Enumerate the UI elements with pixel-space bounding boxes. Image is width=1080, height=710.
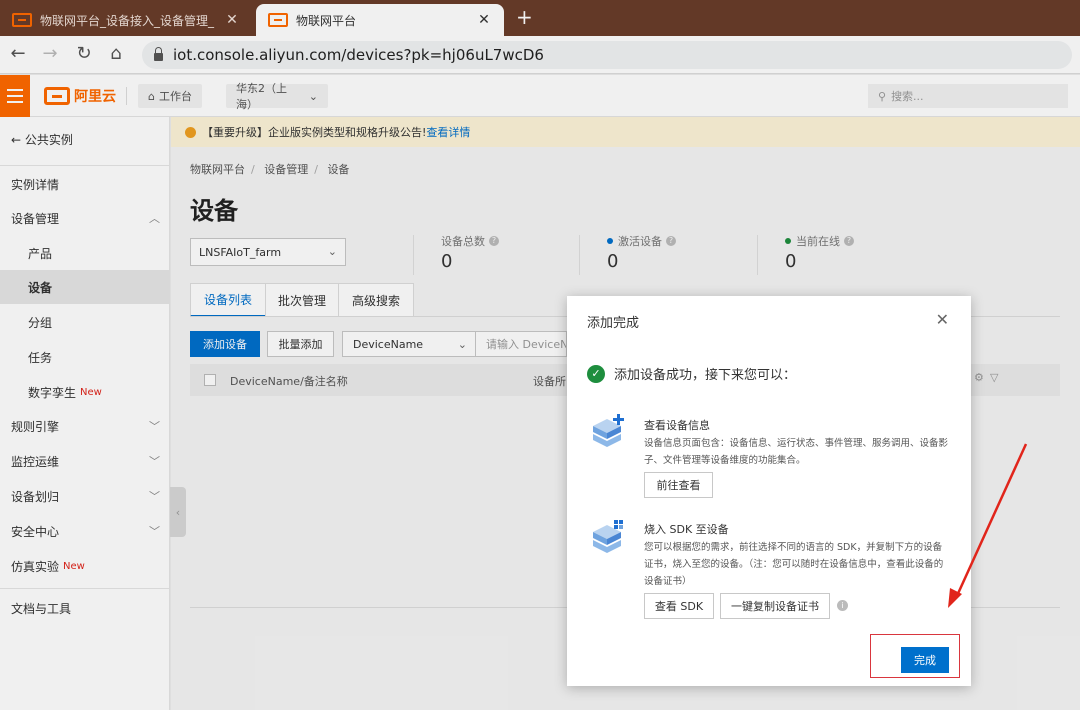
add-complete-dialog: 添加完成 ✕ ✓ 添加设备成功，接下来您可以： 查看设备信息 设备信息页面包含：… [567,296,971,686]
close-icon[interactable]: ✕ [936,310,949,329]
section-description: 您可以根据您的需求，前往选择不同的语言的 SDK，并复制下方的设备证书，烧入至您… [644,542,944,587]
info-icon[interactable]: i [837,600,848,611]
annotation-highlight-box [870,634,960,678]
section-description: 设备信息页面包含：设备信息、运行状态、事件管理、服务调用、设备影子、文件管理等设… [644,438,949,466]
device-info-icon [593,414,624,447]
dialog-title: 添加完成 [587,316,640,331]
section-title: 烧入 SDK 至设备 [644,523,729,536]
section-title: 查看设备信息 [644,419,710,432]
sdk-device-icon [593,520,623,553]
copy-certificate-button[interactable]: 一键复制设备证书 [720,593,830,619]
view-sdk-button[interactable]: 查看 SDK [644,593,714,619]
success-message: ✓ 添加设备成功，接下来您可以： [587,364,796,383]
success-text: 添加设备成功，接下来您可以： [614,368,797,383]
go-view-button[interactable]: 前往查看 [644,472,713,498]
check-circle-icon: ✓ [587,364,605,383]
